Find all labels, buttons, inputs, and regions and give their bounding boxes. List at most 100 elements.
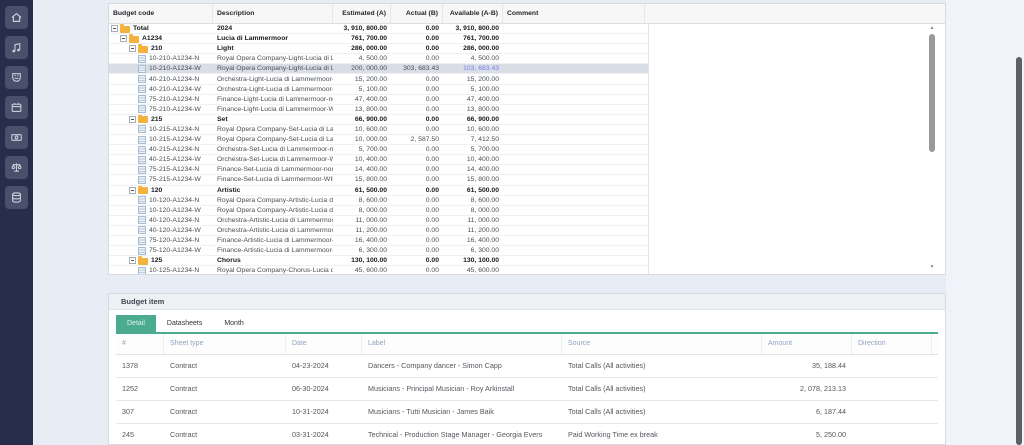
- available-cell: 286, 000.00: [443, 44, 503, 53]
- estimated-cell: 130, 100.00: [333, 256, 391, 265]
- budget-row-40-120-A1234-N[interactable]: 40-120-A1234-NOrchestra-Artistic-Lucia d…: [109, 216, 649, 226]
- sidebar-item-database[interactable]: [5, 186, 28, 209]
- description-cell: Chorus: [213, 256, 333, 265]
- available-cell: 3, 910, 800.00: [443, 24, 503, 33]
- expand-toggle-icon[interactable]: [129, 116, 136, 123]
- budget-row-10-120-A1234-N[interactable]: 10-120-A1234-NRoyal Opera Company-Artist…: [109, 196, 649, 206]
- estimated-cell: 5, 700.00: [333, 145, 391, 154]
- budget-row-40-215-A1234-W[interactable]: 40-215-A1234-WOrchestra-Set-Lucia di Lam…: [109, 155, 649, 165]
- estimated-cell: 6, 300.00: [333, 246, 391, 255]
- budget-row-75-120-A1234-W[interactable]: 75-120-A1234-WFinance-Artistic-Lucia di …: [109, 246, 649, 256]
- budget-code-cell: 40-215-A1234-N: [109, 145, 213, 154]
- folder-icon: [138, 116, 148, 123]
- budget-row-75-210-A1234-W[interactable]: 75-210-A1234-WFinance-Light-Lucia di Lam…: [109, 105, 649, 115]
- budget-table-scrollbar[interactable]: ▲ ▼: [927, 25, 937, 271]
- sidebar-item-theater-masks[interactable]: [5, 66, 28, 89]
- budget-row-75-120-A1234-N[interactable]: 75-120-A1234-NFinance-Artistic-Lucia di …: [109, 236, 649, 246]
- page-scrollbar[interactable]: [1016, 57, 1022, 445]
- description-cell: Royal Opera Company-Chorus-Lucia di Lamm…: [213, 266, 333, 275]
- sidebar-item-home[interactable]: [5, 6, 28, 29]
- scrollbar-thumb[interactable]: [929, 34, 935, 152]
- budget-row-40-215-A1234-N[interactable]: 40-215-A1234-NOrchestra-Set-Lucia di Lam…: [109, 145, 649, 155]
- available-cell: 10, 600.00: [443, 125, 503, 134]
- sidebar-item-banknote[interactable]: [5, 126, 28, 149]
- expand-toggle-icon[interactable]: [129, 257, 136, 264]
- expand-toggle-icon[interactable]: [111, 25, 118, 32]
- available-cell: 66, 900.00: [443, 115, 503, 124]
- amount-cell: 35, 188.44: [762, 355, 852, 377]
- budget-item-row[interactable]: 1378Contract04-23-2024Dancers - Company …: [116, 355, 938, 378]
- tab-month[interactable]: Month: [213, 315, 254, 332]
- available-cell: 10, 400.00: [443, 155, 503, 164]
- budget-row-40-210-A1234-W[interactable]: 40-210-A1234-WOrchestra-Light-Lucia di L…: [109, 85, 649, 95]
- available-cell: 5, 100.00: [443, 85, 503, 94]
- comment-cell: [503, 125, 645, 134]
- available-cell: 5, 700.00: [443, 145, 503, 154]
- theater-masks-icon: [10, 71, 23, 84]
- expand-toggle-icon[interactable]: [120, 35, 127, 42]
- budget-code-label: A1234: [142, 34, 162, 43]
- budget-row-40-120-A1234-W[interactable]: 40-120-A1234-WOrchestra-Artistic-Lucia d…: [109, 226, 649, 236]
- budget-code-label: 125: [151, 256, 162, 265]
- budget-code-cell: 75-120-A1234-W: [109, 246, 213, 255]
- budget-row-125[interactable]: 125Chorus130, 100.000.00130, 100.00: [109, 256, 649, 266]
- budget-code-label: 40-120-A1234-N: [149, 216, 199, 225]
- estimated-cell: 45, 600.00: [333, 266, 391, 275]
- budget-item-table: #Sheet typeDateLabelSourceAmountDirectio…: [116, 332, 938, 445]
- estimated-cell: 8, 600.00: [333, 196, 391, 205]
- expand-toggle-icon[interactable]: [129, 45, 136, 52]
- budget-row-10-210-A1234-N[interactable]: 10-210-A1234-NRoyal Opera Company-Light-…: [109, 54, 649, 64]
- budget-row-215[interactable]: 215Set66, 900.000.0066, 900.00: [109, 115, 649, 125]
- source-cell: Total Calls (All activities): [562, 401, 762, 423]
- scroll-down-icon[interactable]: ▼: [927, 264, 937, 271]
- budget-row-75-215-A1234-W[interactable]: 75-215-A1234-WFinance-Set-Lucia di Lamme…: [109, 175, 649, 185]
- budget-row-10-210-A1234-W[interactable]: 10-210-A1234-WRoyal Opera Company-Light-…: [109, 64, 649, 74]
- tab-datasheets[interactable]: Datasheets: [156, 315, 213, 332]
- comment-cell: [503, 145, 645, 154]
- description-cell: 2024: [213, 24, 333, 33]
- expand-toggle-icon[interactable]: [129, 187, 136, 194]
- budget-code-label: 75-215-A1234-W: [149, 175, 201, 184]
- direction-cell: [852, 355, 932, 377]
- comment-cell: [503, 34, 645, 43]
- sheet-icon: [138, 247, 146, 255]
- column-header-num[interactable]: #: [116, 334, 164, 354]
- budget-row-10-120-A1234-W[interactable]: 10-120-A1234-WRoyal Opera Company-Artist…: [109, 206, 649, 216]
- budget-row-10-125-A1234-N[interactable]: 10-125-A1234-NRoyal Opera Company-Chorus…: [109, 266, 649, 275]
- actual-cell: 0.00: [391, 165, 443, 174]
- column-header-source[interactable]: Source: [562, 334, 762, 354]
- sheet-icon: [138, 125, 146, 133]
- sheet-icon: [138, 226, 146, 234]
- budget-item-row[interactable]: 307Contract10-31-2024Musicians - Tutti M…: [116, 401, 938, 424]
- column-header-label[interactable]: Label: [362, 334, 562, 354]
- budget-row-210[interactable]: 210Light286, 000.000.00286, 000.00: [109, 44, 649, 54]
- column-header-available-a-b-: Available (A-B): [443, 4, 503, 23]
- budget-row-75-210-A1234-N[interactable]: 75-210-A1234-NFinance-Light-Lucia di Lam…: [109, 95, 649, 105]
- budget-row-10-215-A1234-W[interactable]: 10-215-A1234-WRoyal Opera Company-Set-Lu…: [109, 135, 649, 145]
- available-cell: 13, 800.00: [443, 105, 503, 114]
- scroll-up-icon[interactable]: ▲: [927, 25, 937, 32]
- budget-code-cell: 120: [109, 186, 213, 195]
- tab-detail[interactable]: Detail: [116, 315, 156, 332]
- column-header-date[interactable]: Date: [286, 334, 362, 354]
- budget-row-Total[interactable]: Total20243, 910, 800.000.003, 910, 800.0…: [109, 24, 649, 34]
- budget-item-row[interactable]: 1252Contract06-30-2024Musicians - Princi…: [116, 378, 938, 401]
- budget-row-A1234[interactable]: A1234Lucia di Lammermoor761, 700.000.007…: [109, 34, 649, 44]
- available-cell: 11, 200.00: [443, 226, 503, 235]
- sheet-icon: [138, 216, 146, 224]
- column-header-amount[interactable]: Amount: [762, 334, 852, 354]
- column-header-sheet-type[interactable]: Sheet type: [164, 334, 286, 354]
- sidebar-item-music-note[interactable]: [5, 36, 28, 59]
- sheet-icon: [138, 75, 146, 83]
- sidebar-item-calendar[interactable]: [5, 96, 28, 119]
- budget-row-75-215-A1234-N[interactable]: 75-215-A1234-NFinance-Set-Lucia di Lamme…: [109, 165, 649, 175]
- column-header-direction[interactable]: Direction: [852, 334, 932, 354]
- budget-item-row[interactable]: 245Contract03-31-2024Technical - Product…: [116, 424, 938, 445]
- budget-row-10-215-A1234-N[interactable]: 10-215-A1234-NRoyal Opera Company-Set-Lu…: [109, 125, 649, 135]
- budget-row-40-210-A1234-N[interactable]: 40-210-A1234-NOrchestra-Light-Lucia di L…: [109, 74, 649, 84]
- estimated-cell: 200, 000.00: [333, 64, 391, 73]
- comment-cell: [503, 64, 645, 73]
- sidebar-item-scales[interactable]: [5, 156, 28, 179]
- budget-row-120[interactable]: 120Artistic61, 500.000.0061, 500.00: [109, 186, 649, 196]
- num-cell: 1252: [116, 378, 164, 400]
